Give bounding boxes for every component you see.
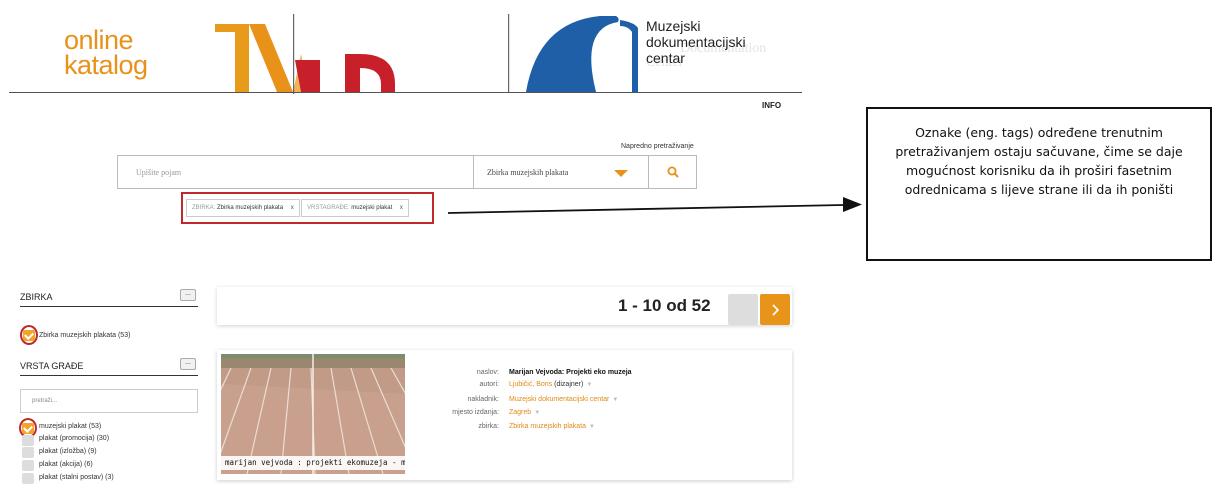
- facet-material-title: VRSTA GRAĐE: [20, 361, 84, 371]
- remove-tag-material[interactable]: x: [400, 205, 403, 211]
- meta-place-label: mjesto izdanja:: [452, 409, 499, 416]
- meta-authors-row: autori: Ljubičić, Boris (dizajner) ▼: [480, 381, 593, 388]
- search-input[interactable]: [118, 156, 474, 188]
- meta-collection-row: zbirka: Zbirka muzejskih plakata ▼: [478, 423, 595, 430]
- filter-funnel-icon[interactable]: ▼: [586, 382, 592, 388]
- author-role: (dizajner): [554, 381, 584, 388]
- institution-name: Muzejski dokumentacijski centar: [646, 18, 746, 66]
- facet-collection-item[interactable]: Zbirka muzejskih plakata (53): [39, 332, 130, 339]
- facet-filter-placeholder: pretraži...: [32, 398, 58, 404]
- facet-material-checkbox[interactable]: [22, 473, 34, 484]
- callout-arrow: [448, 197, 862, 214]
- collection-select-value: Zbirka muzejskih plakata: [487, 168, 569, 177]
- facet-material-checkbox[interactable]: [22, 423, 34, 434]
- mdc-logo: [215, 14, 395, 94]
- tag-material-key: VRSTAGRAĐE:: [307, 205, 350, 211]
- tag-collection-key: ZBIRKA:: [192, 205, 216, 211]
- facet-material-item[interactable]: muzejski plakat (53): [39, 423, 101, 430]
- result-thumbnail[interactable]: marijan vejvoda : projekti ekomuzeja - m…: [221, 354, 405, 474]
- search-button[interactable]: [649, 156, 696, 188]
- header-divider: [9, 92, 802, 93]
- place-link[interactable]: Zagreb: [509, 409, 531, 416]
- facet-material-item[interactable]: plakat (promocija) (30): [39, 435, 109, 442]
- author-link[interactable]: Ljubičić, Boris: [509, 381, 552, 388]
- facet-material-checkbox[interactable]: [22, 447, 34, 458]
- facet-material-item[interactable]: plakat (izložba) (9): [39, 448, 97, 455]
- meta-title-row: naslov: Marijan Vejvoda: Projekti eko mu…: [477, 369, 632, 376]
- thumbnail-caption: marijan vejvoda : projekti ekomuzeja - m…: [221, 456, 405, 470]
- chevron-right-icon: [772, 303, 779, 316]
- tag-material-type: VRSTAGRAĐE: muzejski plakat x: [301, 199, 409, 217]
- callout-text: Oznake (eng. tags) određene trenutnim pr…: [895, 125, 1183, 197]
- tag-collection-value: Zbirka muzejskih plakata: [217, 205, 284, 211]
- prev-page-button[interactable]: [728, 294, 758, 325]
- online-katalog-logo[interactable]: online katalog: [64, 27, 148, 80]
- facet-collection-title: ZBIRKA: [20, 292, 53, 302]
- search-icon: [667, 166, 679, 178]
- facet-material-item[interactable]: plakat (akcija) (6): [39, 461, 93, 468]
- mdc-arc-logo: [508, 14, 638, 92]
- institution-line1: Muzejski: [646, 18, 701, 34]
- filter-funnel-icon[interactable]: ▼: [534, 410, 540, 416]
- meta-publisher-label: nakladnik:: [467, 396, 499, 403]
- meta-title-label: naslov:: [476, 369, 499, 376]
- tag-collection: ZBIRKA: Zbirka muzejskih plakata x: [186, 199, 300, 217]
- institution-line2: dokumentacijski: [646, 34, 746, 50]
- facet-filter-input[interactable]: pretraži...: [20, 389, 198, 413]
- remove-tag-collection[interactable]: x: [291, 205, 294, 211]
- collection-select[interactable]: Zbirka muzejskih plakata: [474, 156, 649, 188]
- collection-link[interactable]: Zbirka muzejskih plakata: [509, 423, 586, 430]
- info-link[interactable]: INFO: [762, 101, 781, 110]
- facet-material-more-button[interactable]: ...: [180, 358, 196, 370]
- institution-line3: centar: [646, 50, 685, 66]
- publisher-link[interactable]: Muzejski dokumentacijski centar: [509, 396, 609, 403]
- facet-material-item[interactable]: plakat (stalni postav) (3): [39, 474, 114, 481]
- facet-material-checkbox[interactable]: [22, 435, 34, 446]
- active-tags-highlight: ZBIRKA: Zbirka muzejskih plakata x VRSTA…: [181, 192, 434, 224]
- search-bar: Zbirka muzejskih plakata: [117, 155, 697, 189]
- facet-material-checkbox[interactable]: [22, 460, 34, 471]
- facet-collection-divider: [20, 306, 198, 307]
- advanced-search-link[interactable]: Napredno pretraživanje: [621, 143, 694, 150]
- facet-material-divider: [20, 375, 198, 376]
- caret-down-icon: [614, 170, 628, 177]
- next-page-button[interactable]: [760, 294, 790, 325]
- result-title[interactable]: Marijan Vejvoda: Projekti eko muzeja: [509, 369, 632, 376]
- meta-place-row: mjesto izdanja: Zagreb ▼: [452, 409, 540, 416]
- facet-collection-more-button[interactable]: ...: [180, 289, 196, 301]
- logo-line2: katalog: [64, 50, 148, 80]
- meta-authors-label: autori:: [479, 381, 499, 388]
- filter-funnel-icon[interactable]: ▼: [589, 424, 595, 430]
- facet-collection-checkbox[interactable]: [23, 330, 35, 341]
- annotation-callout: Oznake (eng. tags) određene trenutnim pr…: [866, 107, 1212, 261]
- meta-collection-label: zbirka:: [478, 423, 499, 430]
- meta-publisher-row: nakladnik: Muzejski dokumentacijski cent…: [467, 396, 618, 403]
- results-count: 1 - 10 od 52: [618, 296, 711, 315]
- tag-material-value: muzejski plakat: [351, 205, 393, 211]
- filter-funnel-icon[interactable]: ▼: [612, 397, 618, 403]
